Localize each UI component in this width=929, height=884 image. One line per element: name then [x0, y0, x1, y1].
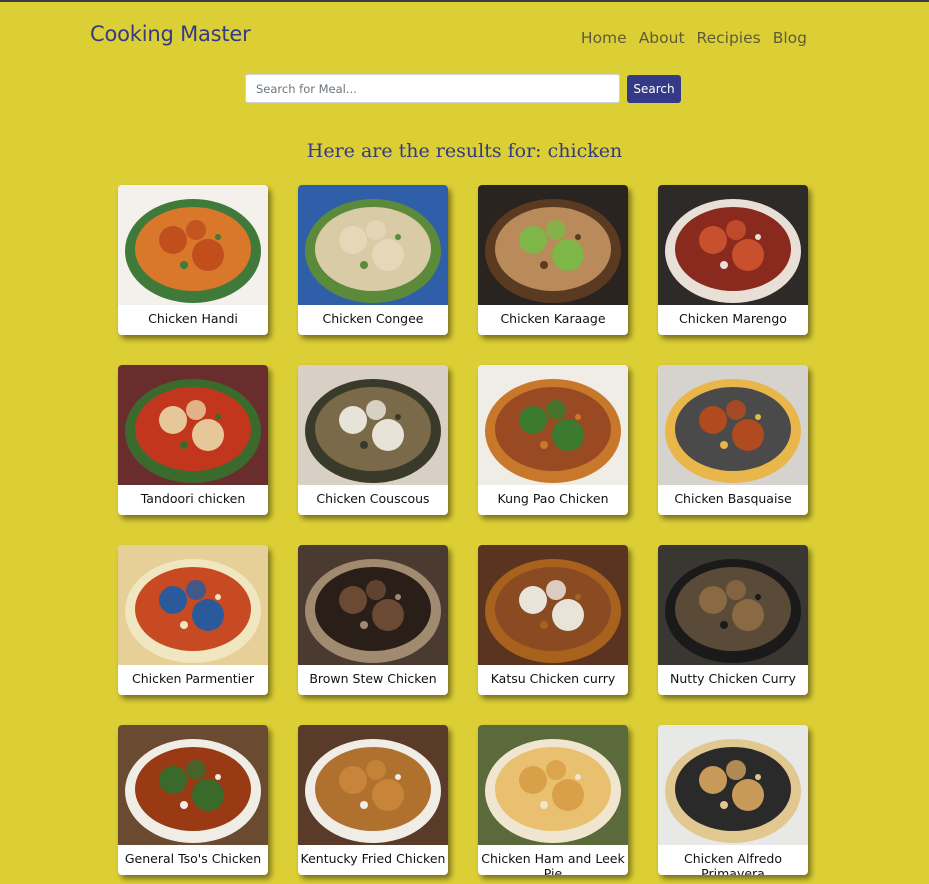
meal-card[interactable]: Chicken Karaage	[478, 185, 628, 335]
meal-card[interactable]: Katsu Chicken curry	[478, 545, 628, 695]
results-title: Here are the results for: chicken	[306, 140, 623, 162]
meal-thumbnail[interactable]	[298, 365, 448, 485]
meal-thumbnail[interactable]	[118, 365, 268, 485]
meal-title[interactable]: Chicken Parmentier	[118, 665, 268, 686]
meal-title[interactable]: Chicken Ham and Leek Pie	[478, 845, 628, 875]
meal-title[interactable]: Chicken Alfredo Primavera	[658, 845, 808, 875]
meal-thumbnail[interactable]	[658, 545, 808, 665]
meal-thumbnail[interactable]	[298, 545, 448, 665]
main-nav: Home About Recipies Blog	[581, 29, 807, 47]
meal-title[interactable]: Nutty Chicken Curry	[658, 665, 808, 686]
meal-thumbnail[interactable]	[478, 725, 628, 845]
nav-about[interactable]: About	[639, 29, 685, 47]
meal-thumbnail[interactable]	[118, 545, 268, 665]
meal-card[interactable]: Chicken Parmentier	[118, 545, 268, 695]
meal-card[interactable]: Chicken Handi	[118, 185, 268, 335]
search-input[interactable]	[245, 74, 620, 103]
meal-thumbnail[interactable]	[478, 185, 628, 305]
meal-card[interactable]: Chicken Congee	[298, 185, 448, 335]
meal-thumbnail[interactable]	[478, 545, 628, 665]
brand-logo[interactable]: Cooking Master	[90, 22, 251, 46]
meal-grid: Chicken Handi Chicken Congee Chicken Karaa…	[118, 185, 808, 875]
meal-title[interactable]: Chicken Karaage	[478, 305, 628, 326]
meal-thumbnail[interactable]	[478, 365, 628, 485]
meal-card[interactable]: Brown Stew Chicken	[298, 545, 448, 695]
nav-home[interactable]: Home	[581, 29, 627, 47]
meal-title[interactable]: Kung Pao Chicken	[478, 485, 628, 506]
meal-card[interactable]: General Tso's Chicken	[118, 725, 268, 875]
meal-card[interactable]: Chicken Marengo	[658, 185, 808, 335]
nav-blog[interactable]: Blog	[773, 29, 807, 47]
meal-card[interactable]: Chicken Couscous	[298, 365, 448, 515]
meal-card[interactable]: Nutty Chicken Curry	[658, 545, 808, 695]
meal-title[interactable]: Chicken Congee	[298, 305, 448, 326]
meal-thumbnail[interactable]	[298, 725, 448, 845]
meal-card[interactable]: Chicken Ham and Leek Pie	[478, 725, 628, 875]
meal-thumbnail[interactable]	[658, 725, 808, 845]
meal-card[interactable]: Tandoori chicken	[118, 365, 268, 515]
meal-title[interactable]: Chicken Couscous	[298, 485, 448, 506]
search-button[interactable]: Search	[627, 75, 681, 103]
nav-recipes[interactable]: Recipies	[697, 29, 761, 47]
meal-card[interactable]: Kung Pao Chicken	[478, 365, 628, 515]
meal-thumbnail[interactable]	[298, 185, 448, 305]
meal-title[interactable]: Chicken Basquaise	[658, 485, 808, 506]
meal-thumbnail[interactable]	[118, 185, 268, 305]
meal-thumbnail[interactable]	[658, 185, 808, 305]
meal-title[interactable]: Brown Stew Chicken	[298, 665, 448, 686]
meal-title[interactable]: Chicken Marengo	[658, 305, 808, 326]
meal-card[interactable]: Kentucky Fried Chicken	[298, 725, 448, 875]
meal-thumbnail[interactable]	[658, 365, 808, 485]
meal-title[interactable]: Katsu Chicken curry	[478, 665, 628, 686]
meal-title[interactable]: Tandoori chicken	[118, 485, 268, 506]
meal-title[interactable]: General Tso's Chicken	[118, 845, 268, 866]
meal-thumbnail[interactable]	[118, 725, 268, 845]
meal-card[interactable]: Chicken Basquaise	[658, 365, 808, 515]
meal-card[interactable]: Chicken Alfredo Primavera	[658, 725, 808, 875]
meal-title[interactable]: Chicken Handi	[118, 305, 268, 326]
meal-title[interactable]: Kentucky Fried Chicken	[298, 845, 448, 866]
